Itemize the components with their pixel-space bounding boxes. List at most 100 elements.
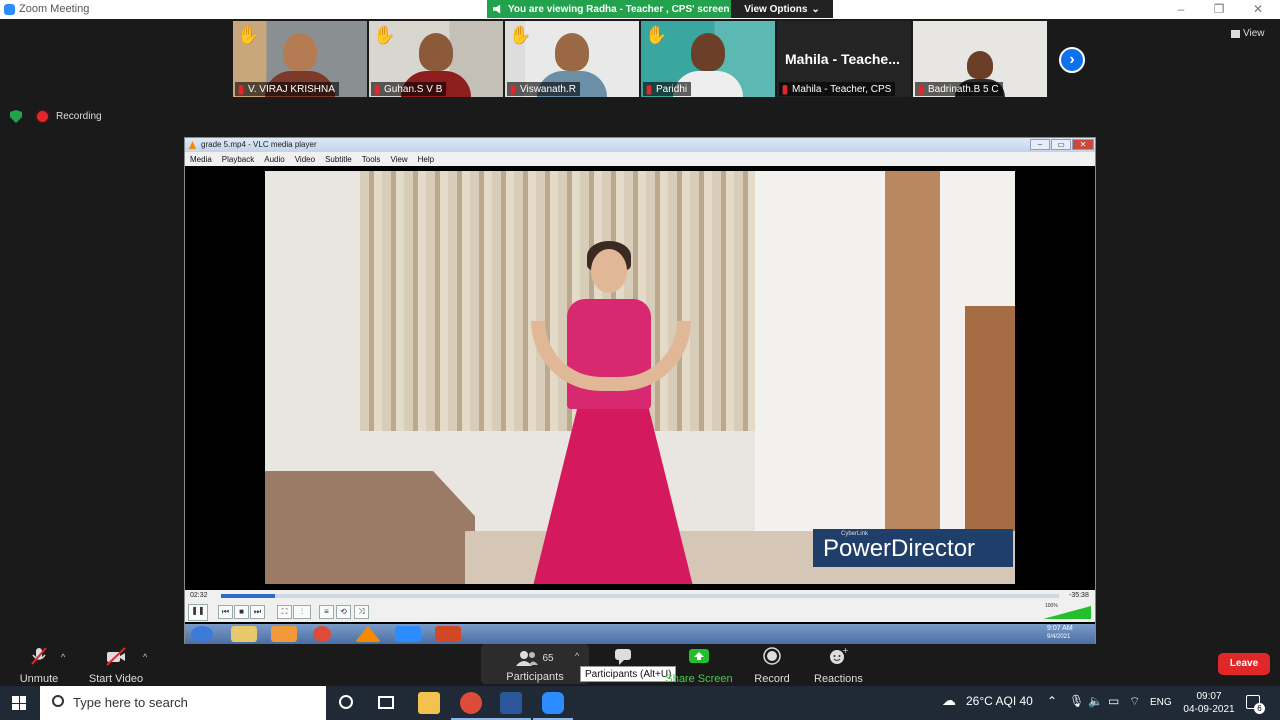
seek-track xyxy=(221,594,1059,598)
view-button[interactable]: View xyxy=(1231,28,1265,39)
remaining-time: -35:38 xyxy=(1069,592,1089,599)
record-icon xyxy=(763,647,781,665)
viewing-text: You are viewing Radha - Teacher , CPS' s… xyxy=(508,3,730,15)
mic-tray-icon[interactable]: 🎙 xyxy=(1069,694,1084,708)
shared-taskbar: 9:07 AM 9/4/2021 xyxy=(185,624,1095,644)
vlc-menu-item: Tools xyxy=(361,155,381,164)
vlc-minimize-icon: – xyxy=(1030,139,1050,150)
participants-label: Participants xyxy=(506,671,564,683)
vlc-close-icon: ✕ xyxy=(1072,139,1094,150)
participant-name: Guhan.S V B xyxy=(384,84,443,95)
next-page-button[interactable]: › xyxy=(1059,47,1085,73)
fullscreen-icon: ⛶ xyxy=(277,605,292,619)
language-indicator[interactable]: ENG xyxy=(1150,697,1172,708)
recording-label: Recording xyxy=(56,111,102,122)
folder-icon xyxy=(231,626,257,642)
start-video-label: Start Video xyxy=(88,673,144,685)
participant-tile[interactable]: Mahila - Teache... Mahila - Teacher, CPS xyxy=(777,21,911,97)
guest-date: 9/4/2021 xyxy=(1047,634,1071,640)
participant-tile[interactable]: ✋ V. VIRAJ KRISHNA xyxy=(233,21,367,97)
raised-hand-icon: ✋ xyxy=(645,25,668,45)
participant-tile[interactable]: ✋ Viswanath.R xyxy=(505,21,639,97)
cortana-icon[interactable] xyxy=(339,695,353,709)
vlc-maximize-icon: ▭ xyxy=(1051,139,1071,150)
audio-options-caret[interactable]: ^ xyxy=(61,652,65,662)
vlc-menu-item: Subtitle xyxy=(325,155,352,164)
participants-caret[interactable]: ^ xyxy=(575,651,579,661)
participant-name: Mahila - Teacher, CPS xyxy=(792,84,892,95)
zoom-taskbar-icon[interactable] xyxy=(542,692,564,714)
pause-icon: ❚❚ xyxy=(188,604,208,621)
share-screen-button[interactable]: Share Screen xyxy=(665,646,733,685)
video-options-caret[interactable]: ^ xyxy=(143,652,147,662)
volume-tray-icon[interactable]: 🔈 xyxy=(1088,694,1103,708)
participant-name: Paridhi xyxy=(656,84,688,95)
unmute-button[interactable]: Unmute xyxy=(18,646,60,685)
minimize-button[interactable]: – xyxy=(1166,2,1196,16)
video-frame: CyberLink PowerDirector xyxy=(265,171,1015,584)
participant-tile[interactable]: ✋ Paridhi xyxy=(641,21,775,97)
participant-tile[interactable]: ✋ Guhan.S V B xyxy=(369,21,503,97)
grid-icon xyxy=(1231,29,1240,38)
chat-icon xyxy=(615,649,631,665)
raised-hand-icon: ✋ xyxy=(237,25,260,45)
participants-count: 65 xyxy=(542,652,554,664)
participant-name: Badrinath.B 5 C xyxy=(928,84,999,95)
wifi-icon[interactable]: ⌔ xyxy=(1129,694,1140,709)
search-icon xyxy=(52,695,64,707)
raised-hand-icon: ✋ xyxy=(509,25,532,45)
vlc-menu-item: Playback xyxy=(221,155,255,164)
stop-icon: ■ xyxy=(234,605,249,619)
vlc-controls: ❚❚ ⏮ ■ ⏭ ⛶ ⫶ ≡ ⟲ ⤨ 100% xyxy=(185,602,1095,622)
zoom-icon xyxy=(395,626,421,642)
chrome-icon[interactable] xyxy=(460,692,482,714)
clock-date: 04-09-2021 xyxy=(1183,704,1235,715)
taskbar-clock[interactable]: 09:07 04-09-2021 xyxy=(1176,690,1242,716)
recording-icon[interactable] xyxy=(37,111,48,122)
leave-button[interactable]: Leave xyxy=(1218,653,1270,675)
muted-mic-icon xyxy=(646,84,652,95)
windows-orb-icon xyxy=(191,626,213,642)
task-view-icon[interactable] xyxy=(378,696,394,709)
record-button[interactable]: Record xyxy=(752,646,792,685)
battery-icon[interactable]: ▭ xyxy=(1108,694,1119,708)
zoom-app-icon xyxy=(4,4,15,15)
shield-icon[interactable] xyxy=(10,110,22,123)
participants-icon xyxy=(516,651,539,666)
vlc-menu-item: Media xyxy=(190,155,212,164)
vlc-cone-icon xyxy=(189,141,196,149)
vlc-icon xyxy=(355,626,381,642)
weather-text[interactable]: 26°C AQI 40 xyxy=(966,694,1033,708)
mic-muted-icon xyxy=(31,647,47,665)
participant-display-name: Mahila - Teache... xyxy=(785,51,900,67)
word-icon[interactable] xyxy=(500,692,522,714)
speaker-icon xyxy=(493,4,501,14)
windows-start-icon[interactable] xyxy=(12,696,26,710)
reactions-icon: + xyxy=(830,646,849,664)
shared-screen: grade 5.mp4 - VLC media player – ▭ ✕ Med… xyxy=(184,137,1096,644)
share-screen-label: Share Screen xyxy=(665,673,733,685)
view-options-button[interactable]: View Options ⌄ xyxy=(731,0,833,18)
start-video-button[interactable]: Start Video xyxy=(88,646,144,685)
participants-button[interactable]: 65 Participants xyxy=(481,644,589,684)
muted-mic-icon xyxy=(918,84,924,95)
powerdirector-watermark: CyberLink PowerDirector xyxy=(813,529,1013,567)
close-button[interactable]: ✕ xyxy=(1243,2,1273,16)
window-title: Zoom Meeting xyxy=(19,3,90,15)
equalizer-icon: ⫶ xyxy=(293,605,311,619)
viewing-indicator: You are viewing Radha - Teacher , CPS' s… xyxy=(487,0,731,18)
vlc-menu-item: Help xyxy=(417,155,435,164)
vlc-title: grade 5.mp4 - VLC media player xyxy=(201,140,317,149)
file-explorer-icon[interactable] xyxy=(418,692,440,714)
maximize-button[interactable]: ❐ xyxy=(1204,2,1234,16)
participant-name: V. VIRAJ KRISHNA xyxy=(248,84,335,95)
chevron-down-icon: ⌄ xyxy=(811,3,820,15)
taskbar-search-input[interactable]: Type here to search xyxy=(40,686,326,720)
tray-chevron-icon[interactable]: ⌃ xyxy=(1047,694,1057,708)
vlc-seekbar: 02:32 -35:38 xyxy=(185,590,1095,602)
reactions-button[interactable]: + Reactions xyxy=(814,646,863,685)
powerpoint-icon xyxy=(435,626,461,642)
participant-tile[interactable]: Badrinath.B 5 C xyxy=(913,21,1047,97)
svg-text:+: + xyxy=(842,646,848,655)
vlc-menu-item: Video xyxy=(294,155,316,164)
